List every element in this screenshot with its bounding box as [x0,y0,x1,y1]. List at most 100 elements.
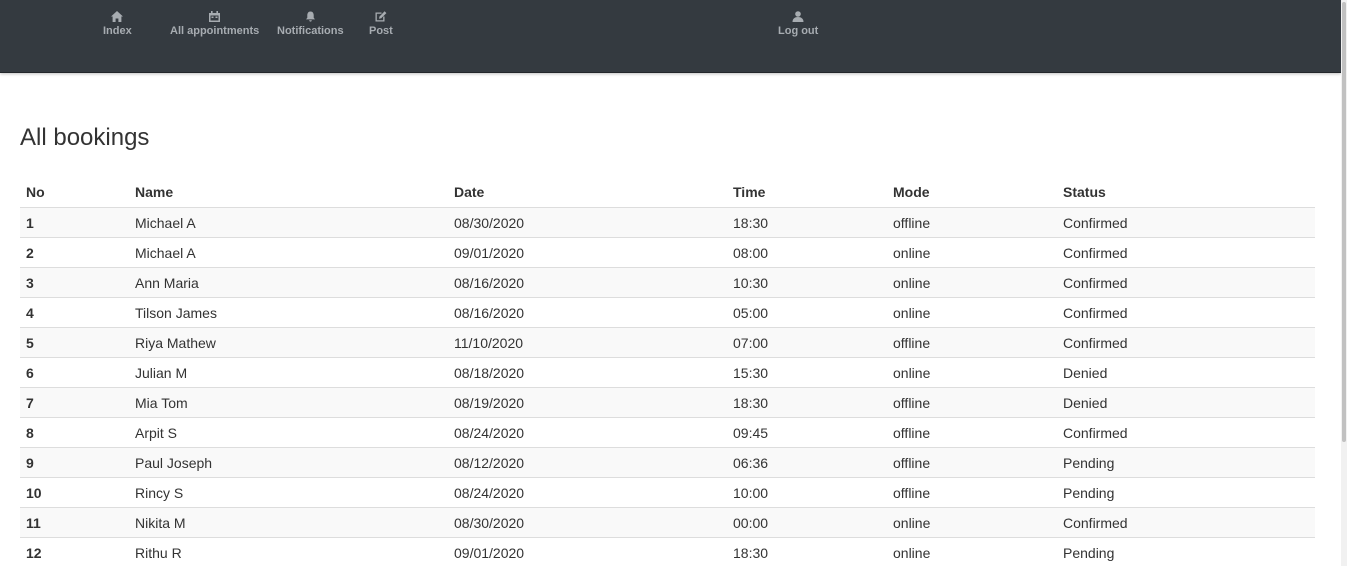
logout-label: Log out [778,25,819,37]
scrollbar-thumb[interactable] [1342,2,1346,442]
cell-date: 08/24/2020 [448,477,727,508]
table-row: 12 Rithu R 09/01/2020 18:30 online Pendi… [20,537,1315,566]
cell-status: Confirmed [1057,507,1315,538]
nav-index-label: Index [103,25,132,37]
cell-time: 18:30 [727,387,887,418]
cell-time: 00:00 [727,507,887,538]
cell-mode: online [887,507,1057,538]
cell-name: Michael A [129,207,448,238]
cell-time: 06:36 [727,447,887,478]
cell-no: 8 [20,417,129,448]
cell-mode: offline [887,207,1057,238]
header-status: Status [1057,177,1315,208]
cell-mode: offline [887,447,1057,478]
cell-name: Ann Maria [129,267,448,298]
table-row: 2 Michael A 09/01/2020 08:00 online Conf… [20,237,1315,268]
table-row: 6 Julian M 08/18/2020 15:30 online Denie… [20,357,1315,388]
table-row: 10 Rincy S 08/24/2020 10:00 offline Pend… [20,477,1315,508]
header-no: No [20,177,129,208]
cell-date: 08/24/2020 [448,417,727,448]
cell-mode: offline [887,327,1057,358]
cell-status: Confirmed [1057,237,1315,268]
cell-status: Confirmed [1057,417,1315,448]
table-row: 3 Ann Maria 08/16/2020 10:30 online Conf… [20,267,1315,298]
cell-time: 05:00 [727,297,887,328]
cell-no: 12 [20,537,129,566]
cell-time: 18:30 [727,537,887,566]
cell-no: 1 [20,207,129,238]
edit-icon [375,10,387,22]
cell-date: 08/30/2020 [448,507,727,538]
cell-mode: online [887,267,1057,298]
nav-notifications-link[interactable]: Notifications [277,10,344,38]
cell-name: Nikita M [129,507,448,538]
calendar-icon [209,10,221,22]
cell-name: Arpit S [129,417,448,448]
cell-name: Rithu R [129,537,448,566]
cell-name: Mia Tom [129,387,448,418]
cell-status: Confirmed [1057,327,1315,358]
table-header-row: No Name Date Time Mode Status [20,177,1315,208]
cell-no: 4 [20,297,129,328]
cell-time: 18:30 [727,207,887,238]
table-row: 11 Nikita M 08/30/2020 00:00 online Conf… [20,507,1315,538]
cell-no: 7 [20,387,129,418]
cell-status: Denied [1057,387,1315,418]
cell-status: Pending [1057,537,1315,566]
cell-name: Tilson James [129,297,448,328]
cell-mode: offline [887,417,1057,448]
cell-no: 3 [20,267,129,298]
vertical-scrollbar[interactable] [1341,0,1347,566]
cell-time: 08:00 [727,237,887,268]
table-row: 9 Paul Joseph 08/12/2020 06:36 offline P… [20,447,1315,478]
top-navbar: Index All appointments Notifications Pos… [0,0,1341,73]
cell-date: 08/19/2020 [448,387,727,418]
cell-date: 09/01/2020 [448,237,727,268]
cell-date: 08/16/2020 [448,297,727,328]
cell-time: 07:00 [727,327,887,358]
cell-no: 9 [20,447,129,478]
cell-mode: online [887,297,1057,328]
cell-status: Confirmed [1057,207,1315,238]
cell-no: 5 [20,327,129,358]
cell-no: 11 [20,507,129,538]
cell-time: 10:30 [727,267,887,298]
cell-name: Riya Mathew [129,327,448,358]
table-row: 8 Arpit S 08/24/2020 09:45 offline Confi… [20,417,1315,448]
home-icon [111,10,124,22]
cell-date: 09/01/2020 [448,537,727,566]
page: Index All appointments Notifications Pos… [0,0,1347,566]
cell-status: Pending [1057,447,1315,478]
cell-mode: online [887,237,1057,268]
logout-link[interactable]: Log out [778,10,818,38]
table-row: 1 Michael A 08/30/2020 18:30 offline Con… [20,207,1315,238]
page-title: All bookings [20,124,150,151]
cell-status: Confirmed [1057,267,1315,298]
cell-no: 6 [20,357,129,388]
header-date: Date [448,177,727,208]
nav-post-link[interactable]: Post [369,10,393,38]
cell-name: Paul Joseph [129,447,448,478]
header-name: Name [129,177,448,208]
cell-no: 10 [20,477,129,508]
cell-date: 08/30/2020 [448,207,727,238]
cell-status: Denied [1057,357,1315,388]
cell-status: Pending [1057,477,1315,508]
nav-notifications-label: Notifications [277,25,344,37]
cell-status: Confirmed [1057,297,1315,328]
table-row: 5 Riya Mathew 11/10/2020 07:00 offline C… [20,327,1315,358]
bell-icon [305,10,316,22]
cell-mode: offline [887,387,1057,418]
nav-all-appointments-link[interactable]: All appointments [170,10,259,38]
user-icon [792,10,804,22]
cell-mode: online [887,357,1057,388]
header-mode: Mode [887,177,1057,208]
nav-index-link[interactable]: Index [103,10,132,38]
cell-name: Julian M [129,357,448,388]
cell-mode: offline [887,477,1057,508]
header-time: Time [727,177,887,208]
bookings-table: No Name Date Time Mode Status 1 Michael … [20,177,1315,566]
cell-name: Rincy S [129,477,448,508]
cell-mode: online [887,537,1057,566]
cell-date: 08/16/2020 [448,267,727,298]
